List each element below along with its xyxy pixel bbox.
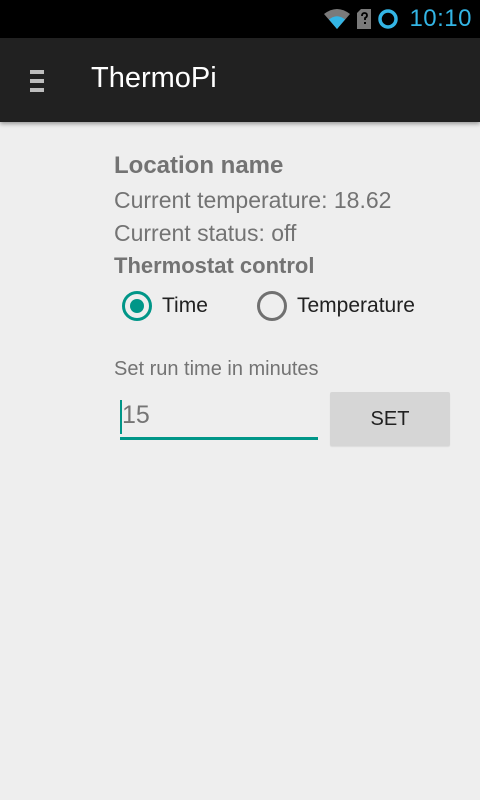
status-clock: 10:10	[409, 5, 472, 32]
radio-time[interactable]: Time	[122, 290, 208, 322]
current-temperature: Current temperature: 18.62	[114, 187, 392, 213]
thermostat-control-title: Thermostat control	[114, 253, 315, 278]
status-icons: 10:10	[323, 0, 472, 38]
run-time-label: Set run time in minutes	[114, 358, 319, 380]
radio-time-label: Time	[162, 294, 208, 317]
action-bar: ThermoPi	[0, 38, 480, 122]
minutes-input[interactable]	[120, 394, 318, 440]
mode-radio-group: Time Temperature	[122, 290, 452, 322]
sync-ring-icon	[378, 9, 399, 29]
radio-checked-icon	[122, 291, 152, 321]
radio-unchecked-icon	[257, 291, 287, 321]
location-name: Location name	[114, 152, 284, 179]
menu-icon[interactable]	[30, 70, 44, 92]
set-button[interactable]: SET	[330, 392, 450, 446]
sim-unknown-icon	[357, 9, 372, 29]
radio-temperature[interactable]: Temperature	[257, 290, 415, 322]
text-cursor	[120, 400, 122, 434]
status-bar: 10:10	[0, 0, 480, 38]
thermostat-panel: Location name Current temperature: 18.62…	[114, 150, 454, 446]
current-status: Current status: off	[114, 220, 297, 246]
wifi-icon	[324, 9, 351, 29]
radio-temperature-label: Temperature	[297, 294, 415, 317]
app-title: ThermoPi	[91, 62, 217, 94]
